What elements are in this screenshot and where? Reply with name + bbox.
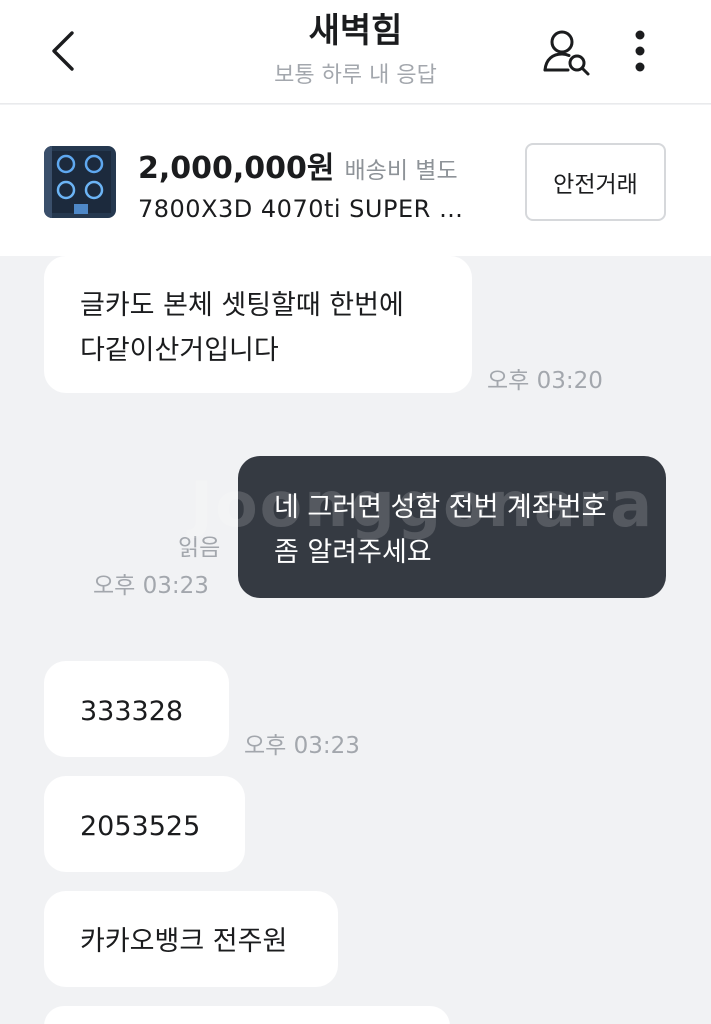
product-thumbnail[interactable] (44, 146, 116, 218)
shipping-note: 배송비 별도 (344, 158, 458, 184)
message-text-line: 글카도 본체 셋팅할때 한번에 (80, 290, 404, 321)
message-bubble-incoming[interactable]: 카카오뱅크 전주원 (44, 891, 338, 987)
message-bubble-outgoing[interactable]: 네 그러면 성함 전번 계좌번호 좀 알려주세요 (238, 456, 666, 598)
message-text-line: 다같이산거입니다 (80, 335, 279, 366)
message-text-line: 카카오뱅크 전주원 (80, 926, 288, 957)
message-bubble-incoming[interactable]: 2053525 (44, 776, 245, 872)
response-time-label: 보통 하루 내 응답 (274, 63, 437, 88)
price-line: 2,000,000원 배송비 별도 (138, 143, 458, 187)
product-name: 7800X3D 4070ti SUPER 화이트 본체 (138, 195, 483, 223)
message-timestamp: 오후 03:20 (487, 368, 603, 394)
message-text-line: 333328 (80, 696, 184, 727)
product-price: 2,000,000원 (138, 151, 335, 186)
message-text-line: 네 그러면 성함 전번 계좌번호 (274, 492, 607, 523)
message-bubble-incoming[interactable] (44, 1006, 450, 1024)
safe-trade-button[interactable]: 안전거래 (525, 143, 666, 221)
message-bubble-incoming[interactable]: 333328 (44, 661, 229, 757)
title-block: 새벽힘 보통 하루 내 응답 (0, 8, 711, 94)
message-timestamp: 오후 03:23 (93, 573, 209, 599)
read-receipt: 읽음 (178, 535, 221, 561)
profile-search-icon (543, 30, 590, 76)
profile-search-button[interactable] (540, 26, 596, 78)
message-text-line: 2053525 (80, 811, 201, 842)
message-bubble-incoming[interactable]: 글카도 본체 셋팅할때 한번에 다같이산거입니다 (44, 256, 472, 393)
chat-title: 새벽힘 (308, 11, 403, 51)
chat-header: 새벽힘 보통 하루 내 응답 (0, 0, 711, 104)
message-timestamp: 오후 03:23 (244, 733, 360, 759)
message-text-line: 좀 알려주세요 (274, 537, 432, 568)
more-options-button[interactable] (622, 24, 658, 80)
more-vertical-icon (635, 30, 645, 72)
product-info-bar[interactable]: 2,000,000원 배송비 별도 7800X3D 4070ti SUPER 화이… (0, 105, 711, 256)
